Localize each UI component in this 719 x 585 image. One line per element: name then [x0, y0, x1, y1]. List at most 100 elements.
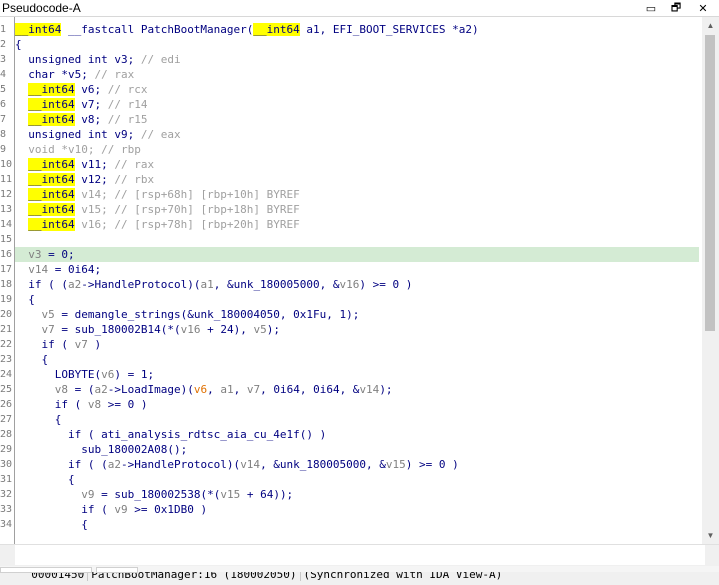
- code-comment: // r15: [107, 113, 148, 126]
- code-line[interactable]: void *v10; // rbp: [15, 142, 699, 157]
- code-comment: // rcx: [107, 83, 148, 96]
- code-comment: // rbx: [114, 173, 155, 186]
- code-line[interactable]: LOBYTE(v6) = 1;: [15, 367, 699, 382]
- code-line[interactable]: [15, 232, 699, 247]
- close-icon: ✕: [698, 2, 708, 15]
- code-token: char *v5;: [15, 68, 95, 81]
- code-line[interactable]: unsigned int v3; // edi: [15, 52, 699, 67]
- code-comment: [15, 203, 28, 216]
- code-line[interactable]: {: [15, 37, 699, 52]
- code-line[interactable]: __int64 v16; // [rsp+78h] [rbp+20h] BYRE…: [15, 217, 699, 232]
- scroll-down-icon[interactable]: ▼: [702, 527, 719, 544]
- close-window-button[interactable]: ✕: [692, 0, 714, 16]
- code-token: ) >= 0 ): [405, 458, 459, 471]
- code-line[interactable]: v8 = (a2->LoadImage)(v6, a1, v7, 0i64, 0…: [15, 382, 699, 397]
- type-keyword: __int64: [28, 83, 75, 96]
- code-line[interactable]: {: [15, 352, 699, 367]
- code-line[interactable]: if ( (a2->HandleProtocol)(a1, &unk_18000…: [15, 277, 699, 292]
- code-token: ) >= 0 ): [359, 278, 413, 291]
- code-comment: // rax: [114, 158, 155, 171]
- code-line[interactable]: v9 = sub_180002538(*(v15 + 64));: [15, 487, 699, 502]
- line-number: 9: [0, 144, 7, 155]
- line-number: 17: [0, 264, 13, 275]
- float-window-button[interactable]: ▭: [640, 0, 662, 16]
- window-title: Pseudocode-A: [2, 1, 81, 15]
- pseudocode-editor[interactable]: 1 2 3 4 5 6 7 8 9 10 11 12 13 14 15 16 17 18 19 20 21 22 23 24 2…: [0, 17, 719, 545]
- code-comment: // eax: [140, 128, 181, 141]
- code-token: LOBYTE(: [15, 368, 102, 381]
- line-number: 21: [0, 324, 13, 335]
- code-line[interactable]: if ( v9 >= 0x1DB0 ): [15, 502, 699, 517]
- horizontal-scrollbar-segment: [96, 567, 138, 573]
- code-token: >= 0x1DB0 ): [127, 503, 208, 516]
- code-token: {: [15, 518, 88, 531]
- code-token: ,: [207, 383, 221, 396]
- code-token: v5: [41, 308, 55, 321]
- title-bar: Pseudocode-A ▭ 🗗 ✕: [0, 0, 719, 17]
- line-number: 34: [0, 519, 13, 530]
- code-line[interactable]: __int64 v11; // rax: [15, 157, 699, 172]
- code-token: a1: [220, 383, 234, 396]
- code-token: , &unk_180005000, &: [213, 278, 340, 291]
- code-line[interactable]: __int64 v14; // [rsp+68h] [rbp+10h] BYRE…: [15, 187, 699, 202]
- code-line[interactable]: {: [15, 472, 699, 487]
- code-token: v15: [220, 488, 241, 501]
- line-number: 14: [0, 219, 13, 230]
- code-line[interactable]: if ( (a2->HandleProtocol)(v14, &unk_1800…: [15, 457, 699, 472]
- code-line[interactable]: if ( v7 ): [15, 337, 699, 352]
- code-line-current[interactable]: v3 = 0;: [15, 247, 699, 262]
- code-line[interactable]: {: [15, 292, 699, 307]
- code-token: {: [15, 38, 22, 51]
- code-token: {: [15, 353, 49, 366]
- line-number: 18: [0, 279, 13, 290]
- code-line[interactable]: v5 = demangle_strings(&unk_180004050, 0x…: [15, 307, 699, 322]
- code-line[interactable]: v14 = 0i64;: [15, 262, 699, 277]
- restore-window-button[interactable]: 🗗: [665, 0, 687, 16]
- code-line[interactable]: __int64 __fastcall PatchBootManager(__in…: [15, 22, 699, 37]
- scroll-up-icon[interactable]: ▲: [702, 17, 719, 34]
- code-token: v3: [28, 248, 42, 261]
- code-line[interactable]: char *v5; // rax: [15, 67, 699, 82]
- code-token: unsigned int v3;: [15, 53, 141, 66]
- code-line[interactable]: __int64 v8; // r15: [15, 112, 699, 127]
- horizontal-scrollbar-thumb[interactable]: [0, 567, 92, 573]
- line-number: 1: [0, 24, 7, 35]
- code-line[interactable]: __int64 v6; // rcx: [15, 82, 699, 97]
- code-line[interactable]: {: [15, 412, 699, 427]
- code-token: v14: [240, 458, 261, 471]
- type-keyword: __int64: [28, 113, 75, 126]
- code-comment: v15; // [rsp+70h] [rbp+18h] BYREF: [74, 203, 300, 216]
- code-area[interactable]: __int64 __fastcall PatchBootManager(__in…: [14, 17, 699, 544]
- type-keyword: __int64: [253, 23, 300, 36]
- code-line[interactable]: __int64 v7; // r14: [15, 97, 699, 112]
- code-token: a2: [107, 458, 121, 471]
- code-token: v15: [385, 458, 406, 471]
- vertical-scrollbar[interactable]: ▲ ▼: [702, 17, 719, 544]
- code-comment: [15, 188, 28, 201]
- code-token: __fastcall PatchBootManager(: [61, 23, 254, 36]
- code-line[interactable]: unsigned int v9; // eax: [15, 127, 699, 142]
- code-token: ->LoadImage)(: [107, 383, 194, 396]
- code-line[interactable]: if ( v8 >= 0 ): [15, 397, 699, 412]
- line-number: 5: [0, 84, 7, 95]
- type-keyword: __int64: [28, 173, 75, 186]
- code-line[interactable]: sub_180002A08();: [15, 442, 699, 457]
- horizontal-scrollbar[interactable]: [0, 566, 719, 573]
- code-line[interactable]: __int64 v15; // [rsp+70h] [rbp+18h] BYRE…: [15, 202, 699, 217]
- line-number: 26: [0, 399, 13, 410]
- code-line[interactable]: {: [15, 517, 699, 532]
- code-token: + 64));: [240, 488, 294, 501]
- type-keyword: __int64: [28, 188, 75, 201]
- status-bar: 00001450 PatchBootManager:16 (180002050)(…: [15, 545, 705, 581]
- code-line[interactable]: v7 = sub_180002B14(*(v16 + 24), v5);: [15, 322, 699, 337]
- float-icon: ▭: [645, 2, 657, 15]
- code-token: ->HandleProtocol)(: [120, 458, 241, 471]
- code-line[interactable]: __int64 v12; // rbx: [15, 172, 699, 187]
- scrollbar-thumb[interactable]: [705, 35, 715, 331]
- code-line[interactable]: if ( ati_analysis_rdtsc_aia_cu_4e1f() ): [15, 427, 699, 442]
- line-number: 30: [0, 459, 13, 470]
- code-token: v12;: [74, 173, 115, 186]
